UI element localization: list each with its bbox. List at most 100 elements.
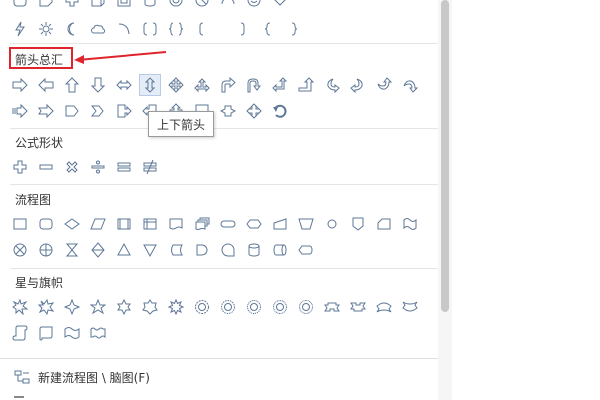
multiply-sign-icon[interactable] [61,156,83,178]
cube-icon[interactable] [87,0,109,11]
left-right-arrow-icon[interactable] [113,74,135,96]
circular-arrow-icon[interactable] [269,100,291,122]
10-point-star-icon[interactable] [191,296,213,318]
extract-icon[interactable] [113,239,135,261]
quad-arrow-icon[interactable] [165,74,187,96]
no-symbol-icon[interactable] [191,0,213,11]
right-brace-icon[interactable] [283,18,305,40]
up-arrow-icon[interactable] [61,74,83,96]
data-icon[interactable] [87,213,109,235]
right-arrow-callout-icon[interactable] [113,100,135,122]
curved-left-arrow-icon[interactable] [347,74,369,96]
not-equal-sign-icon[interactable] [139,156,161,178]
direct-access-storage-icon[interactable] [269,239,291,261]
curved-down-arrow-icon[interactable] [399,74,421,96]
smiley-icon[interactable] [243,0,265,11]
minus-sign-icon[interactable] [35,156,57,178]
explosion-1-icon[interactable] [9,296,31,318]
manual-operation-icon[interactable] [295,213,317,235]
multidocument-icon[interactable] [191,213,213,235]
curved-up-arrow-icon[interactable] [373,74,395,96]
alternate-process-icon[interactable] [35,213,57,235]
6-point-star-icon[interactable] [113,296,135,318]
24-point-star-icon[interactable] [269,296,291,318]
sequential-storage-icon[interactable] [217,239,239,261]
manual-input-icon[interactable] [269,213,291,235]
left-up-arrow-icon[interactable] [269,74,291,96]
new-flowchart-menu-item[interactable]: 新建流程图 \ 脑图(F) [14,366,150,388]
block-arc-icon[interactable] [217,0,239,11]
plus-shape-icon[interactable] [61,0,83,11]
equal-sign-icon[interactable] [113,156,135,178]
32-point-star-icon[interactable] [295,296,317,318]
internal-storage-icon[interactable] [139,213,161,235]
bracket-pair-icon[interactable] [139,18,161,40]
delay-icon[interactable] [191,239,213,261]
u-turn-arrow-icon[interactable] [243,74,265,96]
left-right-up-arrow-icon[interactable] [191,74,213,96]
pentagon-arrow-icon[interactable] [61,100,83,122]
predefined-process-icon[interactable] [113,213,135,235]
connector-icon[interactable] [321,213,343,235]
bent-up-arrow-icon[interactable] [295,74,317,96]
plus-sign-icon[interactable] [9,156,31,178]
vertical-scrollbar[interactable] [438,0,452,400]
divide-sign-icon[interactable] [87,156,109,178]
heart-icon[interactable] [269,0,291,11]
merge-icon[interactable] [139,239,161,261]
5-point-star-icon[interactable] [87,296,109,318]
sun-icon[interactable] [35,18,57,40]
collate-icon[interactable] [61,239,83,261]
down-arrow-icon[interactable] [87,74,109,96]
double-wave-icon[interactable] [87,322,109,344]
16-point-star-icon[interactable] [243,296,265,318]
curved-up-ribbon-icon[interactable] [373,296,395,318]
striped-right-arrow-icon[interactable] [9,100,31,122]
wave-icon[interactable] [61,322,83,344]
scrollbar-thumb[interactable] [441,0,449,312]
moon-icon[interactable] [61,18,83,40]
notched-right-arrow-icon[interactable] [35,100,57,122]
rounded-rect-icon[interactable] [9,0,31,11]
vertical-scroll-icon[interactable] [9,322,31,344]
8-point-star-icon[interactable] [165,296,187,318]
cloud-icon[interactable] [87,18,109,40]
off-page-connector-icon[interactable] [347,213,369,235]
4-point-star-icon[interactable] [61,296,83,318]
punched-tape-icon[interactable] [399,213,421,235]
stored-data-icon[interactable] [165,239,187,261]
lightning-icon[interactable] [9,18,31,40]
donut-icon[interactable] [165,0,187,11]
summing-junction-icon[interactable] [9,239,31,261]
sort-icon[interactable] [87,239,109,261]
down-ribbon-icon[interactable] [347,296,369,318]
terminator-icon[interactable] [217,213,239,235]
folded-corner-icon[interactable] [35,0,57,11]
brace-pair-icon[interactable] [165,18,187,40]
right-arrow-icon[interactable] [9,74,31,96]
decision-icon[interactable] [61,213,83,235]
display-icon[interactable] [295,239,317,261]
12-point-star-icon[interactable] [217,296,239,318]
process-icon[interactable] [9,213,31,235]
right-bracket-icon[interactable] [231,18,253,40]
card-icon[interactable] [373,213,395,235]
left-right-arrow-callout-icon[interactable] [217,100,239,122]
7-point-star-icon[interactable] [139,296,161,318]
magnetic-disk-icon[interactable] [243,239,265,261]
can-icon[interactable] [139,0,161,11]
bent-arrow-icon[interactable] [217,74,239,96]
arc-icon[interactable] [113,18,135,40]
up-down-arrow-icon[interactable] [139,74,161,96]
curved-right-arrow-icon[interactable] [321,74,343,96]
left-brace-icon[interactable] [257,18,279,40]
horizontal-scroll-icon[interactable] [35,322,57,344]
preparation-icon[interactable] [243,213,265,235]
quad-arrow-callout-icon[interactable] [243,100,265,122]
curved-down-ribbon-icon[interactable] [399,296,421,318]
up-ribbon-icon[interactable] [321,296,343,318]
or-icon[interactable] [35,239,57,261]
left-arrow-icon[interactable] [35,74,57,96]
explosion-2-icon[interactable] [35,296,57,318]
bevel-icon[interactable] [113,0,135,11]
